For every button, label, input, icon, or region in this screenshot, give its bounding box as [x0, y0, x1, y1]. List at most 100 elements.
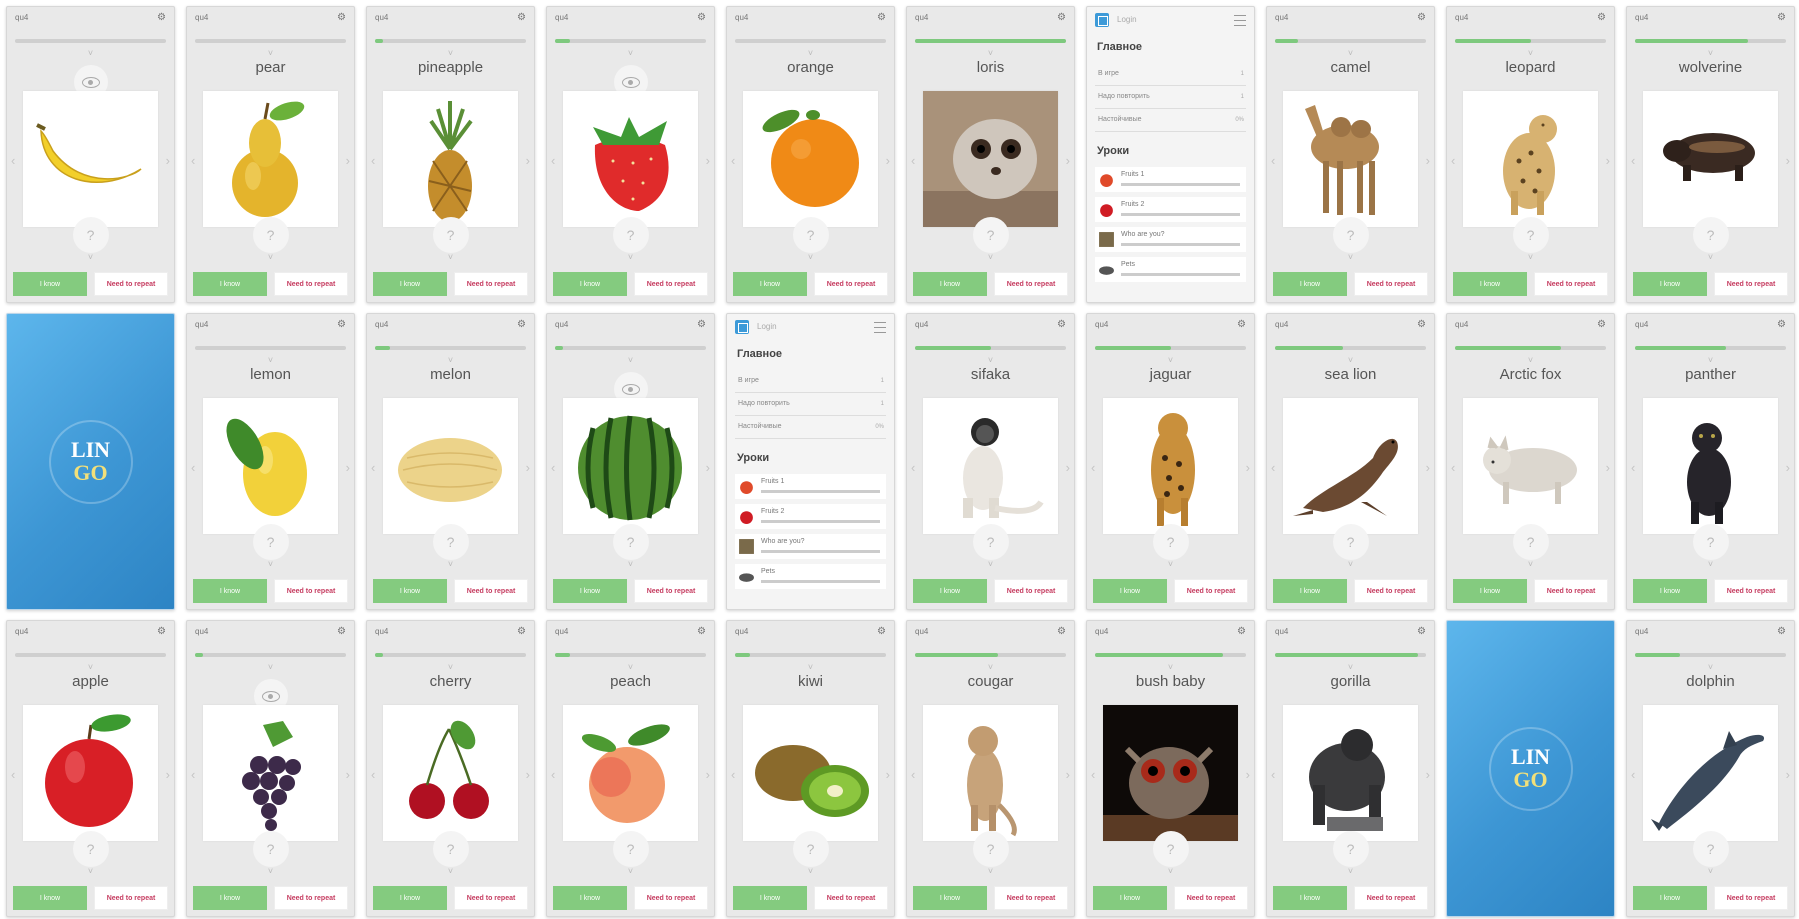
- listen-ear-icon[interactable]: ?: [792, 217, 829, 253]
- chevron-down-icon[interactable]: ˅: [1627, 866, 1794, 876]
- i-know-button[interactable]: I know: [193, 886, 267, 910]
- gear-icon[interactable]: ⚙: [1777, 12, 1786, 23]
- need-to-repeat-button[interactable]: Need to repeat: [1534, 272, 1608, 296]
- chevron-down-icon[interactable]: ˅: [907, 252, 1074, 262]
- chevron-down-icon[interactable]: ˅: [907, 559, 1074, 569]
- listen-ear-icon[interactable]: ?: [612, 831, 649, 867]
- i-know-button[interactable]: I know: [1273, 272, 1347, 296]
- chevron-right-icon[interactable]: ›: [526, 460, 530, 475]
- chevron-down-icon[interactable]: ˅: [7, 866, 174, 876]
- listen-ear-icon[interactable]: ?: [252, 831, 289, 867]
- lesson-item[interactable]: Who are you?: [1095, 227, 1246, 252]
- chevron-right-icon[interactable]: ›: [166, 153, 170, 168]
- gear-icon[interactable]: ⚙: [337, 626, 346, 637]
- chevron-left-icon[interactable]: ‹: [191, 460, 195, 475]
- menu-item[interactable]: Настойчивые 0%: [1095, 109, 1246, 132]
- chevron-right-icon[interactable]: ›: [1066, 460, 1070, 475]
- listen-ear-icon[interactable]: ?: [1512, 217, 1549, 253]
- need-to-repeat-button[interactable]: Need to repeat: [994, 579, 1068, 603]
- gear-icon[interactable]: ⚙: [697, 12, 706, 23]
- listen-ear-icon[interactable]: ?: [432, 217, 469, 253]
- chevron-up-icon[interactable]: ˅: [187, 48, 354, 58]
- chevron-down-icon[interactable]: ˅: [187, 252, 354, 262]
- listen-ear-icon[interactable]: ?: [612, 524, 649, 560]
- i-know-button[interactable]: I know: [13, 886, 87, 910]
- chevron-right-icon[interactable]: ›: [1426, 767, 1430, 782]
- chevron-left-icon[interactable]: ‹: [371, 460, 375, 475]
- i-know-button[interactable]: I know: [1093, 886, 1167, 910]
- listen-ear-icon[interactable]: ?: [972, 831, 1009, 867]
- chevron-left-icon[interactable]: ‹: [1091, 460, 1095, 475]
- i-know-button[interactable]: I know: [913, 272, 987, 296]
- listen-ear-icon[interactable]: ?: [252, 217, 289, 253]
- chevron-right-icon[interactable]: ›: [1786, 767, 1790, 782]
- chevron-left-icon[interactable]: ‹: [731, 153, 735, 168]
- lesson-item[interactable]: Fruits 1: [1095, 167, 1246, 192]
- chevron-right-icon[interactable]: ›: [1606, 460, 1610, 475]
- chevron-down-icon[interactable]: ˅: [187, 866, 354, 876]
- chevron-down-icon[interactable]: ˅: [547, 252, 714, 262]
- chevron-up-icon[interactable]: ˅: [1627, 662, 1794, 672]
- gear-icon[interactable]: ⚙: [1597, 12, 1606, 23]
- chevron-up-icon[interactable]: ˅: [7, 48, 174, 58]
- i-know-button[interactable]: I know: [373, 272, 447, 296]
- chevron-down-icon[interactable]: ˅: [1087, 866, 1254, 876]
- chevron-left-icon[interactable]: ‹: [911, 153, 915, 168]
- need-to-repeat-button[interactable]: Need to repeat: [634, 886, 708, 910]
- hamburger-icon[interactable]: [874, 322, 886, 333]
- chevron-up-icon[interactable]: ˅: [727, 662, 894, 672]
- hamburger-icon[interactable]: [1234, 15, 1246, 26]
- chevron-down-icon[interactable]: ˅: [547, 559, 714, 569]
- chevron-right-icon[interactable]: ›: [346, 767, 350, 782]
- chevron-up-icon[interactable]: ˅: [1087, 662, 1254, 672]
- i-know-button[interactable]: I know: [733, 272, 807, 296]
- chevron-right-icon[interactable]: ›: [166, 767, 170, 782]
- gear-icon[interactable]: ⚙: [877, 12, 886, 23]
- chevron-up-icon[interactable]: ˅: [367, 48, 534, 58]
- listen-ear-icon[interactable]: ?: [432, 831, 469, 867]
- i-know-button[interactable]: I know: [1453, 579, 1527, 603]
- gear-icon[interactable]: ⚙: [157, 626, 166, 637]
- need-to-repeat-button[interactable]: Need to repeat: [454, 579, 528, 603]
- menu-item[interactable]: Настойчивые 0%: [735, 416, 886, 439]
- chevron-down-icon[interactable]: ˅: [1627, 559, 1794, 569]
- i-know-button[interactable]: I know: [733, 886, 807, 910]
- chevron-left-icon[interactable]: ‹: [551, 460, 555, 475]
- chevron-left-icon[interactable]: ‹: [191, 153, 195, 168]
- gear-icon[interactable]: ⚙: [697, 626, 706, 637]
- need-to-repeat-button[interactable]: Need to repeat: [814, 272, 888, 296]
- chevron-right-icon[interactable]: ›: [1786, 460, 1790, 475]
- gear-icon[interactable]: ⚙: [1237, 319, 1246, 330]
- chevron-down-icon[interactable]: ˅: [907, 866, 1074, 876]
- chevron-up-icon[interactable]: ˅: [1087, 355, 1254, 365]
- gear-icon[interactable]: ⚙: [1417, 12, 1426, 23]
- listen-ear-icon[interactable]: ?: [972, 217, 1009, 253]
- listen-ear-icon[interactable]: ?: [792, 831, 829, 867]
- gear-icon[interactable]: ⚙: [1777, 626, 1786, 637]
- chevron-left-icon[interactable]: ‹: [1091, 767, 1095, 782]
- chevron-up-icon[interactable]: ˅: [367, 355, 534, 365]
- chevron-down-icon[interactable]: ˅: [1267, 252, 1434, 262]
- need-to-repeat-button[interactable]: Need to repeat: [1714, 886, 1788, 910]
- need-to-repeat-button[interactable]: Need to repeat: [814, 886, 888, 910]
- chevron-up-icon[interactable]: ˅: [367, 662, 534, 672]
- gear-icon[interactable]: ⚙: [517, 12, 526, 23]
- chevron-left-icon[interactable]: ‹: [1271, 153, 1275, 168]
- chevron-left-icon[interactable]: ‹: [551, 767, 555, 782]
- need-to-repeat-button[interactable]: Need to repeat: [994, 886, 1068, 910]
- chevron-left-icon[interactable]: ‹: [1271, 460, 1275, 475]
- i-know-button[interactable]: I know: [1273, 579, 1347, 603]
- chevron-down-icon[interactable]: ˅: [7, 252, 174, 262]
- gear-icon[interactable]: ⚙: [517, 319, 526, 330]
- gear-icon[interactable]: ⚙: [1057, 626, 1066, 637]
- chevron-left-icon[interactable]: ‹: [1631, 153, 1635, 168]
- chevron-right-icon[interactable]: ›: [346, 153, 350, 168]
- listen-ear-icon[interactable]: ?: [1332, 831, 1369, 867]
- gear-icon[interactable]: ⚙: [697, 319, 706, 330]
- gear-icon[interactable]: ⚙: [1237, 626, 1246, 637]
- chevron-up-icon[interactable]: ˅: [1627, 355, 1794, 365]
- chevron-down-icon[interactable]: ˅: [1267, 559, 1434, 569]
- login-link[interactable]: Login: [1117, 15, 1137, 24]
- need-to-repeat-button[interactable]: Need to repeat: [1174, 886, 1248, 910]
- chevron-up-icon[interactable]: ˅: [547, 662, 714, 672]
